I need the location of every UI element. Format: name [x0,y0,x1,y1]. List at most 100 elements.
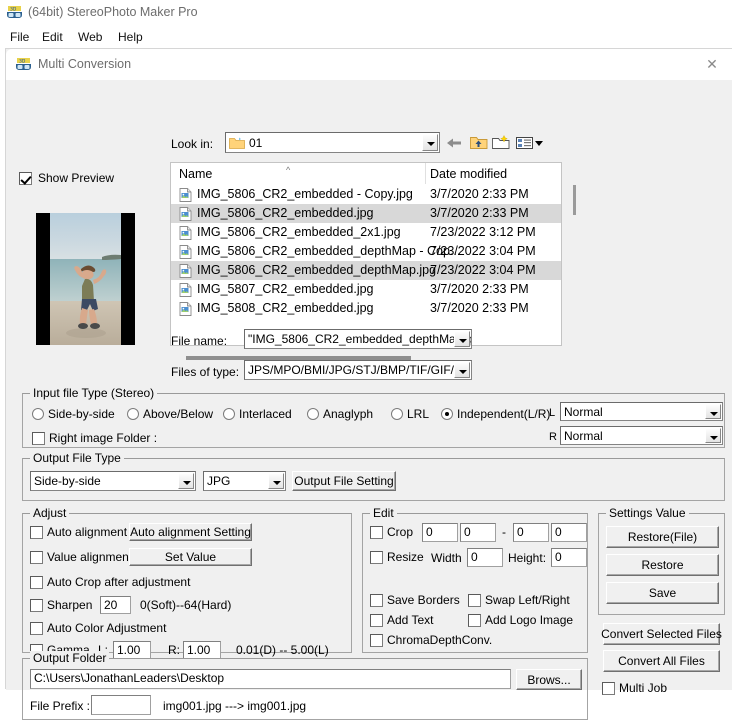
menu-web[interactable]: Web [74,29,106,45]
output-file-setting-button[interactable]: Output File Setting [292,471,396,491]
restore-button[interactable]: Restore [606,554,719,576]
table-row[interactable]: IMG_5806_CR2_embedded_depthMap - Cop... 7… [171,242,561,261]
width-label: Width [431,551,462,565]
add-text-checkbox[interactable] [370,614,383,627]
chevron-down-icon[interactable] [178,473,194,489]
radio-interlaced[interactable] [223,408,235,420]
auto-color-label: Auto Color Adjustment [47,621,167,635]
auto-color-checkbox[interactable] [30,622,43,635]
file-prefix-input[interactable] [91,695,151,715]
look-in-combo[interactable]: 01 [225,132,440,153]
menu-edit[interactable]: Edit [38,29,67,45]
files-of-type-combo[interactable]: JPS/MPO/BMI/JPG/STJ/BMP/TIF/GIF/PN [244,360,472,380]
add-logo-image-checkbox[interactable] [468,614,481,627]
app-titlebar: 3D (64bit) StereoPhoto Maker Pro [0,0,732,26]
column-header-date[interactable]: Date modified [430,167,507,181]
crop-x2-input[interactable]: 0 [513,523,549,542]
add-text-label: Add Text [387,613,434,627]
up-folder-icon[interactable] [469,134,488,152]
sharpen-label: Sharpen [47,598,93,612]
file-date-cell: 7/23/2022 3:04 PM [430,263,536,277]
table-row[interactable]: IMG_5806_CR2_embedded_2x1.jpg 7/23/2022 3… [171,223,561,242]
file-date-cell: 7/23/2022 3:12 PM [430,225,536,239]
menu-help[interactable]: Help [114,29,147,45]
radio-side-by-side-label: Side-by-side [48,407,115,421]
radio-above-below[interactable] [127,408,139,420]
dialog-titlebar: 3D Multi Conversion ✕ [6,49,732,81]
menu-file[interactable]: File [6,29,33,45]
radio-lrl[interactable] [391,408,403,420]
gamma-right-input[interactable]: 1.00 [183,641,221,659]
file-icon [179,245,192,259]
auto-alignment-checkbox[interactable] [30,526,43,539]
column-header-name[interactable]: Name [179,167,212,181]
table-row[interactable]: IMG_5807_CR2_embedded.jpg 3/7/2020 2:33 P… [171,280,561,299]
auto-crop-checkbox[interactable] [30,576,43,589]
right-eye-combo[interactable]: Normal [560,426,723,445]
file-date-cell: 3/7/2020 2:33 PM [430,187,529,201]
vertical-scrollbar-thumb[interactable] [573,185,576,215]
chevron-down-icon[interactable] [705,428,721,443]
width-input[interactable]: 0 [467,548,503,567]
output-file-type-title: Output File Type [30,451,124,465]
preview-thumbnail [36,213,135,345]
chevron-down-icon[interactable] [268,473,284,489]
height-input[interactable]: 0 [551,548,587,567]
crop-checkbox[interactable] [370,526,383,539]
browse-button[interactable]: Brows... [516,669,582,690]
sharpen-checkbox[interactable] [30,599,43,612]
crop-y2-input[interactable]: 0 [551,523,587,542]
new-folder-icon[interactable] [491,134,510,152]
radio-interlaced-label: Interlaced [239,407,292,421]
table-row[interactable]: IMG_5806_CR2_embedded - Copy.jpg 3/7/2020… [171,185,561,204]
auto-alignment-setting-button[interactable]: Auto alignment Setting [129,523,252,541]
save-borders-checkbox[interactable] [370,594,383,607]
save-settings-button[interactable]: Save [606,582,719,604]
input-file-type-group: Input file Type (Stereo) Side-by-side Ab… [22,386,725,448]
gamma-left-input[interactable]: 1.00 [113,641,151,659]
view-menu-icon[interactable] [515,134,543,152]
show-preview-label: Show Preview [38,171,115,185]
output-extension-value: JPG [207,474,231,488]
file-date-cell: 3/7/2020 2:33 PM [430,282,529,296]
set-value-button[interactable]: Set Value [129,548,252,566]
adjust-title: Adjust [30,506,70,520]
file-list[interactable]: Name Date modified ^ IMG_5806_CR2_embedd… [170,162,576,346]
output-format-combo[interactable]: Side-by-side [30,471,196,491]
auto-alignment-label: Auto alignment [47,525,128,539]
radio-anaglyph[interactable] [307,408,319,420]
radio-side-by-side[interactable] [32,408,44,420]
chevron-down-icon[interactable] [705,404,721,419]
left-eye-combo[interactable]: Normal [560,402,723,421]
dialog-body: Show Preview Look in: 01 Name Date modif… [6,80,732,720]
table-row[interactable]: IMG_5806_CR2_embedded_depthMap.jpg 7/23/2… [171,261,561,280]
table-row[interactable]: IMG_5808_CR2_embedded.jpg 3/7/2020 2:33 P… [171,299,561,318]
convert-selected-files-button[interactable]: Convert Selected Files [601,623,722,645]
radio-independent-lr-label: Independent(L/R) [457,407,551,421]
value-alignment-checkbox[interactable] [30,551,43,564]
table-row[interactable]: IMG_5806_CR2_embedded.jpg 3/7/2020 2:33 P… [171,204,561,223]
output-extension-combo[interactable]: JPG [203,471,286,491]
crop-y1-input[interactable]: 0 [460,523,496,542]
swap-left-right-checkbox[interactable] [468,594,481,607]
show-preview-checkbox[interactable] [19,172,32,185]
close-icon[interactable]: ✕ [697,53,727,75]
chevron-down-icon[interactable] [454,331,470,347]
file-icon [179,264,192,278]
file-name-combo[interactable]: "IMG_5806_CR2_embedded_depthMap.jpg" [244,329,472,349]
crop-x1-input[interactable]: 0 [422,523,458,542]
back-icon[interactable] [444,134,463,152]
chevron-down-icon[interactable] [422,134,438,151]
left-eye-value: Normal [564,405,603,419]
chroma-depth-conv-checkbox[interactable] [370,634,383,647]
sharpen-range-label: 0(Soft)--64(Hard) [140,598,232,612]
chevron-down-icon[interactable] [454,362,470,378]
convert-all-files-button[interactable]: Convert All Files [603,650,720,672]
restore-file-button[interactable]: Restore(File) [606,526,719,548]
resize-checkbox[interactable] [370,551,383,564]
right-image-folder-checkbox[interactable] [32,432,45,445]
output-folder-path-input[interactable]: C:\Users\JonathanLeaders\Desktop [30,669,511,689]
radio-independent-lr[interactable] [441,408,453,420]
sharpen-input[interactable]: 20 [100,596,131,614]
crop-label: Crop [387,525,414,539]
